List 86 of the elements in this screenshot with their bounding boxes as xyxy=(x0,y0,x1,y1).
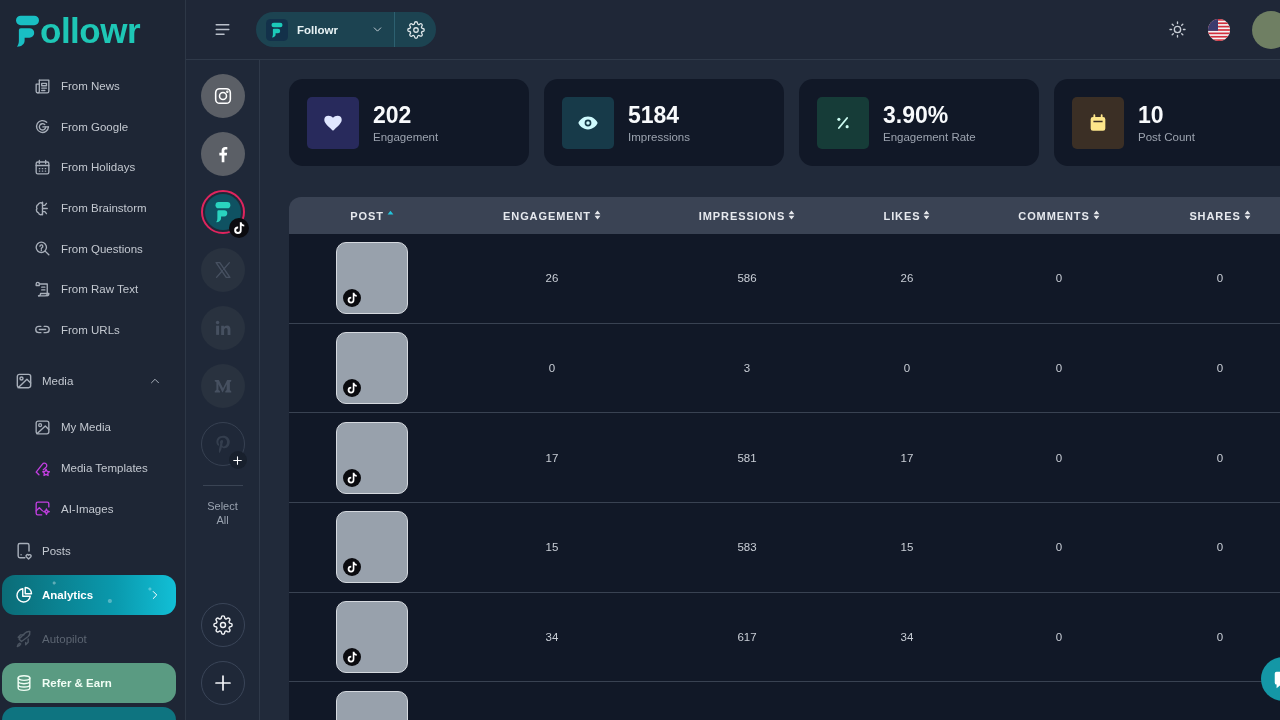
nav-subitem[interactable]: From Raw Text xyxy=(0,268,175,310)
stat-label: Engagement Rate xyxy=(883,131,976,143)
nav-subitem[interactable]: From Questions xyxy=(0,228,175,269)
nav-subitem[interactable]: From URLs xyxy=(0,309,175,351)
table-cell: 15 xyxy=(900,541,914,554)
stat-label: Impressions xyxy=(628,131,690,143)
table-cell: 581 xyxy=(737,451,757,464)
nav-subitem[interactable]: From Holidays xyxy=(0,147,175,188)
table-cell: 0 xyxy=(1055,362,1063,375)
account-button[interactable] xyxy=(200,132,245,176)
music-note-icon xyxy=(343,558,361,577)
stat-label: Post Count xyxy=(1138,131,1195,143)
logo-icon xyxy=(266,18,288,41)
newspaper-icon xyxy=(33,76,52,96)
logo-text: ollowr xyxy=(40,12,141,50)
add-badge-icon xyxy=(228,451,247,469)
nav-subitem[interactable]: From News xyxy=(0,66,175,107)
sun-icon[interactable] xyxy=(1168,20,1187,39)
column-header[interactable]: ENGAGEMENT xyxy=(503,209,601,222)
stat-label: Engagement xyxy=(373,131,439,143)
table-cell: 34 xyxy=(545,631,559,644)
table-cell: 0 xyxy=(1055,541,1063,554)
logo-icon xyxy=(16,14,39,48)
ai-image-icon xyxy=(33,499,52,519)
table-cell: 26 xyxy=(545,272,559,285)
table-cell: 0 xyxy=(903,362,911,375)
photo-placeholder[interactable] xyxy=(336,511,408,584)
stat-value: 3.90% xyxy=(883,102,950,129)
table-cell: 0 xyxy=(1216,541,1224,554)
table-cell: 586 xyxy=(737,272,757,285)
stat-value: 202 xyxy=(373,102,413,129)
stat-value: 5184 xyxy=(628,102,681,129)
table-cell: 17 xyxy=(900,451,914,464)
account-button[interactable] xyxy=(200,74,245,118)
column-header[interactable]: LIKES xyxy=(883,209,931,222)
image-icon xyxy=(33,417,52,437)
stat-value: 10 xyxy=(1138,102,1165,129)
table-cell: 34 xyxy=(900,631,914,644)
table-cell: 0 xyxy=(1055,272,1063,285)
database-icon xyxy=(14,672,34,693)
table-cell: 26 xyxy=(900,272,914,285)
table-cell: 0 xyxy=(1216,272,1224,285)
music-note-icon xyxy=(343,648,361,667)
nav-subitem[interactable]: AI-Images xyxy=(0,488,175,529)
table-cell: 0 xyxy=(1216,631,1224,644)
flag-icon[interactable] xyxy=(1208,18,1230,41)
scroll-icon xyxy=(33,279,52,299)
rocket-icon xyxy=(14,628,34,649)
user-avatar[interactable] xyxy=(1252,10,1280,49)
column-header[interactable]: IMPRESSIONS xyxy=(698,209,796,222)
table-cell: 15 xyxy=(545,541,559,554)
table-cell: 0 xyxy=(1055,631,1063,644)
column-header[interactable]: COMMENTS xyxy=(1018,209,1100,222)
workspace-dropdown[interactable]: Followr xyxy=(256,12,395,47)
photo-placeholder[interactable] xyxy=(336,421,408,494)
tablet-heart-icon xyxy=(14,540,34,561)
music-note-icon xyxy=(343,289,361,308)
table-cell: 0 xyxy=(548,362,556,375)
table-cell: 3 xyxy=(743,362,751,375)
table-cell: 0 xyxy=(1055,451,1063,464)
photo-placeholder[interactable] xyxy=(336,601,408,674)
table-cell: 0 xyxy=(1216,451,1224,464)
music-note-icon xyxy=(228,218,249,238)
music-note-icon xyxy=(343,379,361,398)
music-note-icon xyxy=(343,468,361,487)
table-cell: 617 xyxy=(737,631,757,644)
nav-subitem[interactable]: Media Templates xyxy=(0,447,175,489)
column-header[interactable]: SHARES xyxy=(1189,209,1251,222)
photo-placeholder[interactable] xyxy=(336,332,408,405)
settings-icon xyxy=(212,615,233,635)
nav-item[interactable]: Analytics xyxy=(2,574,176,615)
calendar-icon xyxy=(33,158,52,177)
table-cell: 583 xyxy=(737,541,757,554)
nav-subitem[interactable]: My Media xyxy=(0,407,175,448)
photo-placeholder[interactable] xyxy=(336,242,408,315)
select-all-link[interactable]: Select All xyxy=(202,499,243,527)
table-cell: 17 xyxy=(545,451,559,464)
table-cell: 0 xyxy=(1216,362,1224,375)
pie-chart-icon xyxy=(14,584,34,605)
logo-icon xyxy=(204,194,241,230)
nav-subitem[interactable]: From Google xyxy=(0,106,175,148)
nav-item[interactable]: Media xyxy=(2,361,176,402)
column-header[interactable]: POST xyxy=(350,209,394,222)
nav-subitem[interactable]: From Brainstorm xyxy=(0,187,175,229)
nav-item[interactable]: Posts xyxy=(2,530,176,571)
settings-icon[interactable] xyxy=(407,20,425,39)
